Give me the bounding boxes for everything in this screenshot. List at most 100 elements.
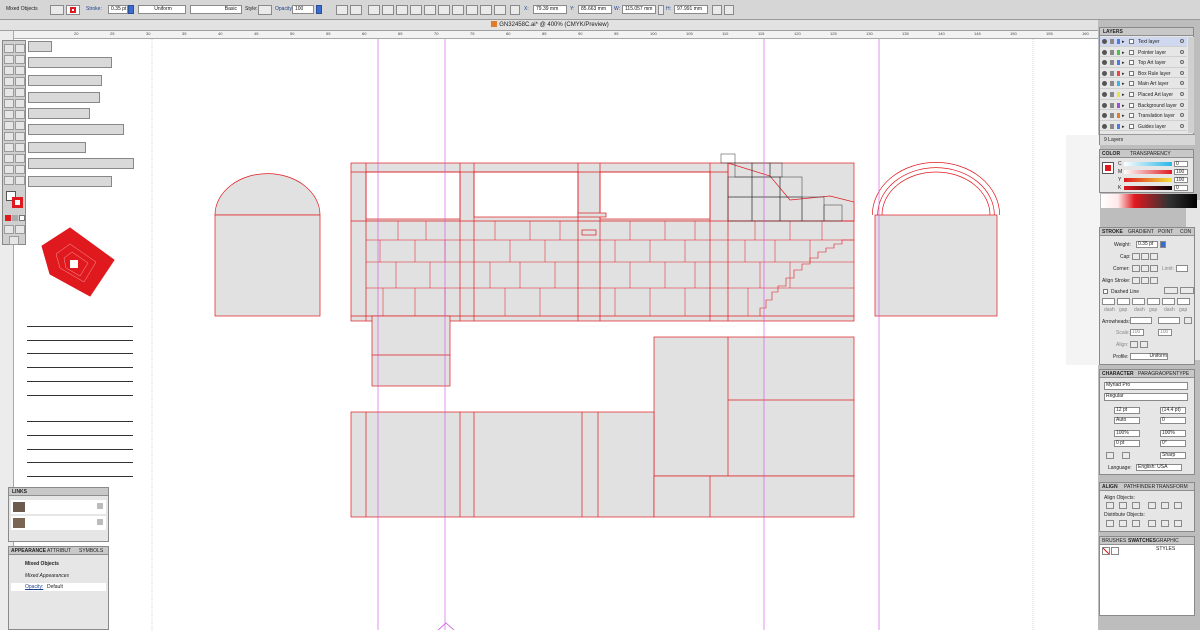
- scale-field[interactable]: 100: [1158, 329, 1172, 336]
- tab-brushes[interactable]: BRUSHES: [1102, 537, 1126, 545]
- graph-tools-flyout[interactable]: [28, 158, 134, 169]
- disclosure-triangle-icon[interactable]: ▸: [1122, 59, 1125, 68]
- disclosure-triangle-icon[interactable]: ▸: [1122, 91, 1125, 100]
- tab-color[interactable]: COLOR: [1102, 150, 1120, 158]
- stroke-weight-field[interactable]: 0.35 pt: [108, 5, 128, 14]
- tab-swatches[interactable]: SWATCHES: [1128, 537, 1156, 545]
- lock-icon[interactable]: [1110, 113, 1114, 119]
- align-left-icon[interactable]: [368, 5, 380, 15]
- tab-character[interactable]: CHARACTER: [1102, 370, 1134, 378]
- horizontal-scale-field[interactable]: 100%: [1160, 430, 1186, 437]
- distribute-vcenter-icon[interactable]: [1119, 520, 1127, 527]
- crop-tool-icon[interactable]: [15, 154, 25, 163]
- target-icon[interactable]: [1180, 113, 1184, 118]
- language-dropdown[interactable]: English: USA: [1136, 464, 1182, 471]
- dashed-line-checkbox[interactable]: [1103, 289, 1108, 294]
- tab-align[interactable]: ALIGN: [1102, 483, 1118, 491]
- tab-point[interactable]: POINT: [1158, 228, 1173, 236]
- tracking-field[interactable]: 0: [1160, 417, 1186, 424]
- registration-swatch[interactable]: [1111, 547, 1119, 555]
- dash-preserve-icon[interactable]: [1164, 287, 1178, 294]
- distribute-right-icon[interactable]: [1174, 520, 1182, 527]
- align-top-icon[interactable]: [1148, 502, 1156, 509]
- font-size-field[interactable]: 12 pt: [1114, 407, 1140, 414]
- recolor-icon[interactable]: [336, 5, 348, 15]
- butt-cap-icon[interactable]: [1132, 253, 1140, 260]
- document-tab[interactable]: GN32458C.ai* @ 400% (CMYK/Preview): [0, 20, 1100, 31]
- weight-field[interactable]: 0.35 pt: [1136, 241, 1158, 248]
- baseline-field[interactable]: 0 pt: [1114, 440, 1140, 447]
- screen-mode-icon[interactable]: [9, 236, 19, 245]
- link-icon[interactable]: [658, 5, 664, 15]
- swap-arrows-icon[interactable]: [1184, 317, 1192, 324]
- align-left-icon[interactable]: [1106, 502, 1114, 509]
- round-join-icon[interactable]: [1141, 265, 1149, 272]
- target-icon[interactable]: [1180, 92, 1184, 96]
- align-right-icon[interactable]: [396, 5, 408, 15]
- symbol-sprayer-tool-icon[interactable]: [4, 121, 14, 130]
- eye-icon[interactable]: [1102, 123, 1107, 129]
- eye-icon[interactable]: [1102, 102, 1107, 108]
- selection-flyout[interactable]: [28, 41, 52, 52]
- none-mode-icon[interactable]: [19, 215, 25, 221]
- distribute-icon[interactable]: [480, 5, 492, 15]
- pen-tool-icon[interactable]: [4, 66, 14, 75]
- layer-row[interactable]: ▸ Text layer: [1100, 37, 1187, 47]
- target-icon[interactable]: [1180, 60, 1184, 65]
- layer-row[interactable]: ▸ Pointer layer: [1100, 48, 1187, 58]
- channel-slider[interactable]: [1124, 170, 1172, 174]
- lock-icon[interactable]: [1110, 123, 1114, 129]
- warp-tools-flyout[interactable]: [28, 124, 124, 135]
- magic-wand-tool-icon[interactable]: [4, 55, 14, 64]
- channel-slider[interactable]: [1124, 186, 1172, 190]
- dash-align-icon[interactable]: [1180, 287, 1194, 294]
- lock-icon[interactable]: [1110, 49, 1114, 55]
- stroke-swatch-button[interactable]: [66, 5, 80, 15]
- font-family-dropdown[interactable]: Myriad Pro: [1104, 382, 1188, 390]
- lock-icon[interactable]: [1110, 102, 1114, 108]
- layer-row[interactable]: ▸ Background layer: [1100, 101, 1187, 111]
- dash-field[interactable]: [1162, 298, 1175, 305]
- target-icon[interactable]: [1180, 102, 1184, 107]
- channel-slider[interactable]: [1124, 178, 1172, 182]
- align-vcenter-icon[interactable]: [1161, 502, 1169, 509]
- profile-dropdown[interactable]: Uniform: [1130, 353, 1168, 360]
- layer-row[interactable]: ▸ Guides layer: [1100, 122, 1187, 132]
- horizontal-ruler[interactable]: 20 25 30 35 40 45 50 55 60 65 70 75 80 85 90 95 100 105 11…: [14, 31, 1098, 39]
- rotate-tool-icon[interactable]: [4, 99, 14, 108]
- opacity-row[interactable]: Opacity: Default: [11, 583, 106, 591]
- square-cap-icon[interactable]: [1150, 253, 1158, 260]
- align-outside-stroke-icon[interactable]: [1150, 277, 1158, 284]
- vertical-scale-field[interactable]: 100%: [1114, 430, 1140, 437]
- scale-tool-icon[interactable]: [15, 99, 25, 108]
- menu-icon[interactable]: [724, 5, 734, 15]
- graph-tool-icon[interactable]: [15, 121, 25, 130]
- chevron-down-icon[interactable]: [128, 5, 134, 14]
- disclosure-triangle-icon[interactable]: ▸: [1122, 80, 1125, 89]
- eye-icon[interactable]: [1102, 92, 1107, 97]
- chevron-down-icon[interactable]: [316, 5, 322, 14]
- brush-dropdown[interactable]: Basic: [190, 5, 242, 14]
- gradient-mode-icon[interactable]: [12, 215, 18, 221]
- layers-scrollbar[interactable]: [1188, 37, 1194, 133]
- opacity-link[interactable]: Opacity:: [25, 584, 43, 590]
- eye-icon[interactable]: [1102, 39, 1107, 44]
- distribute-icon[interactable]: [466, 5, 478, 15]
- x-field[interactable]: 79.39 mm: [533, 5, 567, 14]
- miter-join-icon[interactable]: [1132, 265, 1140, 272]
- symbol-tools-flyout[interactable]: [28, 142, 86, 153]
- lasso-tool-icon[interactable]: [15, 55, 25, 64]
- channel-value-field[interactable]: 100: [1174, 177, 1188, 183]
- distribute-top-icon[interactable]: [1106, 520, 1114, 527]
- gap-field[interactable]: [1177, 298, 1190, 305]
- eye-icon[interactable]: [1102, 81, 1107, 87]
- zoom-tool-icon[interactable]: [15, 176, 25, 185]
- kerning-field[interactable]: Auto: [1114, 417, 1140, 424]
- tab-paragraph[interactable]: PARAGRA: [1138, 370, 1162, 378]
- lock-icon[interactable]: [1110, 60, 1114, 66]
- link-item[interactable]: [11, 500, 106, 514]
- tab-stroke[interactable]: STROKE: [1102, 228, 1123, 236]
- color-spectrum[interactable]: [1101, 194, 1197, 208]
- pen-tools-flyout[interactable]: [28, 57, 112, 68]
- selection-tool-icon[interactable]: [4, 44, 14, 53]
